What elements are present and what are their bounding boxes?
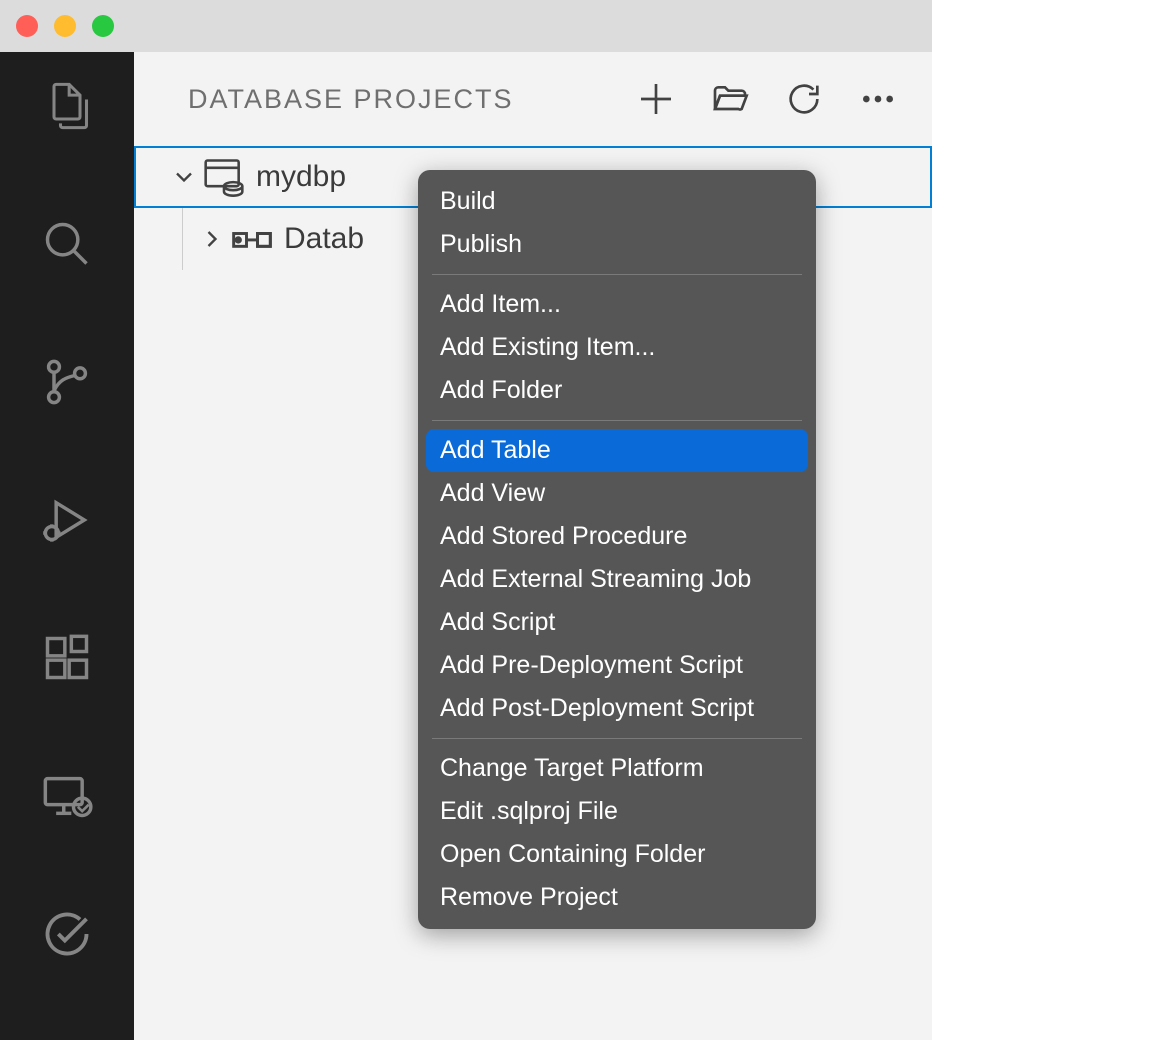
window-maximize-button[interactable]	[92, 15, 114, 37]
menu-item-open-containing-folder[interactable]: Open Containing Folder	[418, 833, 816, 876]
menu-item-change-target-platform[interactable]: Change Target Platform	[418, 747, 816, 790]
menu-item-add-item[interactable]: Add Item...	[418, 283, 816, 326]
activity-extensions[interactable]	[37, 628, 97, 688]
window-close-button[interactable]	[16, 15, 38, 37]
extensions-icon	[41, 632, 93, 684]
activity-run-debug[interactable]	[37, 490, 97, 550]
menu-item-edit-sqlproj-file[interactable]: Edit .sqlproj File	[418, 790, 816, 833]
panel-title: DATABASE PROJECTS	[188, 84, 514, 115]
ellipsis-icon	[858, 79, 898, 119]
menu-item-publish[interactable]: Publish	[418, 223, 816, 266]
source-control-icon	[41, 356, 93, 408]
tree-project-label: mydbp	[256, 160, 346, 194]
activity-bar	[0, 52, 134, 1040]
refresh-button[interactable]	[784, 79, 824, 119]
open-project-button[interactable]	[710, 79, 750, 119]
menu-item-build[interactable]: Build	[418, 180, 816, 223]
panel-header: DATABASE PROJECTS	[134, 52, 932, 146]
new-project-button[interactable]	[636, 79, 676, 119]
check-circle-icon	[41, 908, 93, 960]
activity-task[interactable]	[37, 904, 97, 964]
menu-item-add-external-streaming-job[interactable]: Add External Streaming Job	[418, 558, 816, 601]
reference-icon	[230, 217, 274, 261]
chevron-down-icon	[170, 163, 198, 191]
activity-remote[interactable]	[37, 766, 97, 826]
context-menu[interactable]: BuildPublish Add Item...Add Existing Item…	[418, 170, 816, 929]
activity-explorer[interactable]	[37, 76, 97, 136]
database-project-icon	[202, 155, 246, 199]
menu-separator	[432, 738, 802, 739]
run-debug-icon	[41, 494, 93, 546]
panel-actions	[636, 79, 898, 119]
menu-item-add-view[interactable]: Add View	[418, 472, 816, 515]
menu-item-add-script[interactable]: Add Script	[418, 601, 816, 644]
folder-open-icon	[710, 79, 750, 119]
remote-icon	[41, 770, 93, 822]
menu-item-add-pre-deployment-script[interactable]: Add Pre-Deployment Script	[418, 644, 816, 687]
menu-item-add-folder[interactable]: Add Folder	[418, 369, 816, 412]
refresh-icon	[784, 79, 824, 119]
tree-child-label: Datab	[284, 222, 364, 256]
menu-separator	[432, 420, 802, 421]
plus-icon	[636, 79, 676, 119]
app-window: DATABASE PROJECTS	[0, 0, 932, 1040]
menu-item-remove-project[interactable]: Remove Project	[418, 876, 816, 919]
search-icon	[41, 218, 93, 270]
more-actions-button[interactable]	[858, 79, 898, 119]
menu-item-add-table[interactable]: Add Table	[426, 429, 808, 472]
window-minimize-button[interactable]	[54, 15, 76, 37]
menu-separator	[432, 274, 802, 275]
menu-item-add-stored-procedure[interactable]: Add Stored Procedure	[418, 515, 816, 558]
files-icon	[41, 80, 93, 132]
menu-item-add-existing-item[interactable]: Add Existing Item...	[418, 326, 816, 369]
activity-source-control[interactable]	[37, 352, 97, 412]
titlebar	[0, 0, 932, 52]
activity-search[interactable]	[37, 214, 97, 274]
menu-item-add-post-deployment-script[interactable]: Add Post-Deployment Script	[418, 687, 816, 730]
chevron-right-icon	[198, 225, 226, 253]
